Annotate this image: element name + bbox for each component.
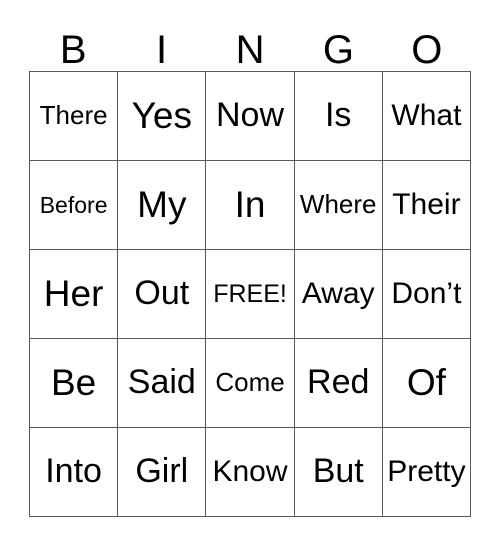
bingo-header-letter-b: B xyxy=(59,28,87,72)
bingo-row: Before My In Where Their xyxy=(30,161,472,250)
bingo-cell-label: Pretty xyxy=(387,455,466,489)
bingo-card: B I N G O There Yes Now Is What Before M… xyxy=(29,20,472,517)
bingo-cell[interactable]: Is xyxy=(294,72,383,161)
bingo-cell-label: Of xyxy=(406,361,446,403)
bingo-cell[interactable]: Before xyxy=(30,161,119,250)
bingo-cell[interactable]: Be xyxy=(30,339,119,428)
bingo-cell-label: My xyxy=(137,183,187,225)
bingo-cell[interactable]: Girl xyxy=(118,428,207,517)
bingo-cell[interactable]: Her xyxy=(30,250,119,339)
bingo-row: Into Girl Know But Pretty xyxy=(30,428,472,517)
bingo-cell[interactable]: Pretty xyxy=(382,428,472,517)
bingo-header-letter-o: O xyxy=(411,28,443,72)
bingo-cell[interactable]: Know xyxy=(206,428,295,517)
bingo-cell-label: Now xyxy=(215,96,285,135)
bingo-cell[interactable]: Don’t xyxy=(382,250,472,339)
bingo-cell-label: But xyxy=(312,452,364,491)
bingo-cell[interactable]: Said xyxy=(118,339,207,428)
bingo-free-space-label: FREE! xyxy=(213,279,287,308)
bingo-cell-label: Don’t xyxy=(391,277,462,311)
bingo-cell-label: There xyxy=(39,100,108,131)
bingo-cell[interactable]: There xyxy=(30,72,119,161)
bingo-cell-label: Girl xyxy=(135,452,189,491)
bingo-header-letter-g: G xyxy=(322,28,354,72)
bingo-row: Be Said Come Red Of xyxy=(30,339,472,428)
bingo-cell-label: Before xyxy=(39,191,108,218)
bingo-cell-label: Yes xyxy=(131,94,192,136)
bingo-cell-free-space[interactable]: FREE! xyxy=(206,250,295,339)
bingo-cell[interactable]: Of xyxy=(382,339,472,428)
bingo-cell-label: Away xyxy=(301,277,375,311)
bingo-cell[interactable]: Out xyxy=(118,250,207,339)
bingo-cell[interactable]: But xyxy=(294,428,383,517)
bingo-cell-label: In xyxy=(234,183,266,225)
bingo-cell-label: Be xyxy=(50,361,97,403)
bingo-row: Her Out FREE! Away Don’t xyxy=(30,250,472,339)
bingo-cell[interactable]: Now xyxy=(206,72,295,161)
bingo-cell-label: Out xyxy=(134,274,190,313)
bingo-cell[interactable]: Yes xyxy=(118,72,207,161)
bingo-header-letter-n: N xyxy=(235,28,265,72)
bingo-cell[interactable]: In xyxy=(206,161,295,250)
bingo-cell-label: Is xyxy=(324,96,352,135)
bingo-cell-label: Come xyxy=(215,367,285,398)
bingo-grid: There Yes Now Is What Before My In Where… xyxy=(29,71,472,517)
bingo-cell-label: Into xyxy=(45,452,102,491)
bingo-row: There Yes Now Is What xyxy=(30,72,472,161)
bingo-cell[interactable]: Into xyxy=(30,428,119,517)
bingo-cell-label: Know xyxy=(212,455,288,489)
bingo-cell[interactable]: Where xyxy=(294,161,383,250)
bingo-cell-label: Her xyxy=(43,272,104,314)
bingo-cell-label: What xyxy=(391,99,462,133)
bingo-cell[interactable]: Come xyxy=(206,339,295,428)
bingo-cell[interactable]: Red xyxy=(294,339,383,428)
bingo-cell-label: Where xyxy=(299,189,377,220)
bingo-cell[interactable]: Their xyxy=(382,161,472,250)
bingo-cell-label: Their xyxy=(392,188,461,222)
bingo-cell-label: Red xyxy=(307,363,370,402)
bingo-header-letter-i: I xyxy=(156,28,168,72)
bingo-cell[interactable]: What xyxy=(382,72,472,161)
bingo-cell[interactable]: My xyxy=(118,161,207,250)
bingo-cell-label: Said xyxy=(127,363,196,402)
bingo-cell[interactable]: Away xyxy=(294,250,383,339)
bingo-header-row: B I N G O xyxy=(29,20,471,71)
